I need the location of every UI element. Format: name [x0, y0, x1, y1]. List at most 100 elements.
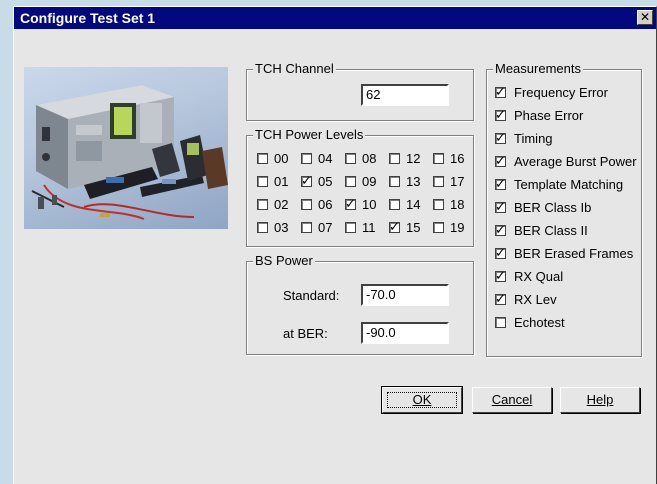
checkbox-box[interactable] — [495, 268, 506, 284]
power-level-checkbox[interactable]: 07 — [301, 219, 332, 235]
measurement-checkbox[interactable]: Template Matching — [495, 176, 623, 192]
checkbox-box[interactable] — [495, 84, 506, 100]
tch-channel-legend: TCH Channel — [253, 61, 336, 76]
checkbox-box[interactable] — [495, 130, 506, 146]
checkbox-box[interactable] — [345, 152, 356, 164]
measurement-checkbox[interactable]: BER Erased Frames — [495, 245, 633, 261]
power-level-label: 17 — [450, 173, 465, 189]
checkbox-box[interactable] — [301, 198, 312, 210]
power-level-label: 01 — [274, 173, 289, 189]
power-level-label: 09 — [362, 173, 377, 189]
power-level-checkbox[interactable]: 11 — [345, 219, 376, 235]
measurement-label: Average Burst Power — [514, 153, 637, 169]
power-level-checkbox[interactable]: 08 — [345, 150, 376, 166]
checkbox-box[interactable] — [301, 173, 312, 189]
checkbox-box[interactable] — [301, 221, 312, 233]
standard-power-input[interactable]: -70.0 — [361, 284, 449, 306]
power-level-checkbox[interactable]: 00 — [257, 150, 288, 166]
power-level-checkbox[interactable]: 01 — [257, 173, 288, 189]
power-level-checkbox[interactable]: 05 — [301, 173, 332, 189]
checkbox-box[interactable] — [389, 219, 400, 235]
bs-power-group: BS Power Standard: -70.0 at BER: -90.0 — [246, 253, 474, 355]
power-level-checkbox[interactable]: 17 — [433, 173, 464, 189]
checkbox-box[interactable] — [345, 175, 356, 187]
checkbox-box[interactable] — [433, 198, 444, 210]
checkbox-box[interactable] — [495, 291, 506, 307]
ok-button[interactable]: OK — [381, 386, 463, 414]
power-level-checkbox[interactable]: 03 — [257, 219, 288, 235]
checkbox-box[interactable] — [389, 152, 400, 164]
measurement-label: BER Erased Frames — [514, 245, 634, 261]
measurement-checkbox[interactable]: Phase Error — [495, 107, 583, 123]
tch-channel-input[interactable]: 62 — [361, 84, 449, 106]
measurements-group: Measurements Frequency Error Phase Error T… — [486, 61, 642, 357]
ber-label: at BER: — [283, 326, 328, 341]
measurement-checkbox[interactable]: RX Lev — [495, 291, 557, 307]
measurement-label: RX Qual — [514, 268, 564, 284]
window-title: Configure Test Set 1 — [20, 10, 156, 26]
measurement-label: Timing — [514, 130, 553, 146]
help-button[interactable]: Help — [560, 387, 640, 413]
power-level-label: 14 — [406, 196, 421, 212]
ok-focus-rect — [387, 392, 457, 408]
checkbox-box[interactable] — [495, 316, 506, 328]
checkbox-box[interactable] — [495, 153, 506, 169]
checkbox-box[interactable] — [433, 175, 444, 187]
checkbox-box[interactable] — [495, 222, 506, 238]
checkbox-box[interactable] — [257, 152, 268, 164]
measurement-checkbox[interactable]: Timing — [495, 130, 553, 146]
cancel-label: Cancel — [491, 392, 533, 407]
checkbox-box[interactable] — [389, 198, 400, 210]
power-level-label: 15 — [406, 219, 421, 235]
power-level-checkbox[interactable]: 06 — [301, 196, 332, 212]
power-level-checkbox[interactable]: 04 — [301, 150, 332, 166]
power-level-checkbox[interactable]: 16 — [433, 150, 464, 166]
checkbox-box[interactable] — [301, 152, 312, 164]
checkbox-box[interactable] — [433, 152, 444, 164]
tch-channel-group: TCH Channel 62 — [246, 61, 474, 121]
cancel-button[interactable]: Cancel — [472, 387, 552, 413]
measurement-checkbox[interactable]: Frequency Error — [495, 84, 608, 100]
measurement-checkbox[interactable]: Average Burst Power — [495, 153, 637, 169]
measurement-checkbox[interactable]: Echotest — [495, 314, 565, 330]
power-level-checkbox[interactable]: 15 — [389, 219, 420, 235]
bs-power-legend: BS Power — [253, 253, 315, 268]
measurement-label: BER Class Ib — [514, 199, 592, 215]
measurements-legend: Measurements — [493, 61, 583, 76]
checkbox-box[interactable] — [345, 196, 356, 212]
power-level-checkbox[interactable]: 18 — [433, 196, 464, 212]
measurement-label: Template Matching — [514, 176, 624, 192]
power-level-checkbox[interactable]: 14 — [389, 196, 420, 212]
power-level-checkbox[interactable]: 13 — [389, 173, 420, 189]
power-level-label: 10 — [362, 196, 377, 212]
power-level-checkbox[interactable]: 09 — [345, 173, 376, 189]
checkbox-box[interactable] — [257, 198, 268, 210]
power-level-label: 13 — [406, 173, 421, 189]
measurement-label: RX Lev — [514, 291, 557, 307]
power-level-checkbox[interactable]: 10 — [345, 196, 376, 212]
checkbox-box[interactable] — [257, 175, 268, 187]
checkbox-box[interactable] — [495, 245, 506, 261]
photo-illustration — [31, 85, 228, 220]
measurement-checkbox[interactable]: BER Class Ib — [495, 199, 591, 215]
checkbox-box[interactable] — [345, 221, 356, 233]
power-level-label: 04 — [318, 150, 333, 166]
checkbox-box[interactable] — [495, 199, 506, 215]
measurement-checkbox[interactable]: RX Qual — [495, 268, 563, 284]
configure-test-set-dialog: Configure Test Set 1 ✕ TCH Channel 62 TC… — [13, 6, 657, 484]
power-level-label: 03 — [274, 219, 289, 235]
checkbox-box[interactable] — [389, 175, 400, 187]
checkbox-box[interactable] — [495, 176, 506, 192]
checkbox-box[interactable] — [433, 221, 444, 233]
close-button[interactable]: ✕ — [637, 10, 653, 25]
ber-power-input[interactable]: -90.0 — [361, 322, 449, 344]
power-level-label: 06 — [318, 196, 333, 212]
checkbox-box[interactable] — [257, 221, 268, 233]
power-level-label: 11 — [362, 219, 376, 235]
power-level-checkbox[interactable]: 19 — [433, 219, 464, 235]
measurement-checkbox[interactable]: BER Class II — [495, 222, 588, 238]
checkbox-box[interactable] — [495, 107, 506, 123]
power-level-checkbox[interactable]: 12 — [389, 150, 420, 166]
power-level-checkbox[interactable]: 02 — [257, 196, 288, 212]
title-bar[interactable]: Configure Test Set 1 ✕ — [14, 7, 656, 29]
